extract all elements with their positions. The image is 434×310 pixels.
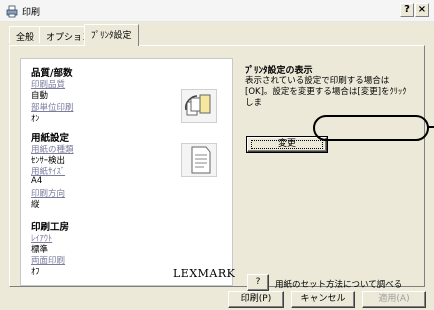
title-bar: 印刷 ? × xyxy=(0,0,434,22)
duplex-value: ｵﾌ xyxy=(31,267,40,277)
title-close-button[interactable]: × xyxy=(415,3,429,17)
paper-document-icon xyxy=(181,143,217,177)
print-button[interactable]: 印刷(P) xyxy=(228,291,284,308)
callout-highlight xyxy=(313,115,429,141)
tab-panel: 品質/部数 印刷品質 自動 部単位印刷 ｵﾝ 用紙設定 用紙の種類 ｾﾝｻｰ検出… xyxy=(9,45,425,291)
dialog-body: 全般 オプション ﾌﾟﾘﾝﾀ設定 品質/部数 印刷品質 自動 部単位印刷 ｵﾝ … xyxy=(0,22,434,310)
paper-heading: 用紙設定 xyxy=(31,133,70,144)
workshop-heading: 印刷工房 xyxy=(31,222,70,233)
info-heading: ﾌﾟﾘﾝﾀ設定の表示 xyxy=(245,66,313,76)
settings-summary: 品質/部数 印刷品質 自動 部単位印刷 ｵﾝ 用紙設定 用紙の種類 ｾﾝｻｰ検出… xyxy=(20,58,236,286)
unit-print-value: ｵﾝ xyxy=(31,114,40,124)
tab-printer-settings[interactable]: ﾌﾟﾘﾝﾀ設定 xyxy=(84,24,139,46)
collate-pages-icon xyxy=(181,89,217,123)
print-quality-value: 自動 xyxy=(31,91,49,101)
cancel-button[interactable]: キャンセル xyxy=(291,291,355,308)
paper-size-value: A4 xyxy=(31,176,43,186)
paper-help-button[interactable]: ? xyxy=(247,274,269,291)
lexmark-logo: LEXMARK xyxy=(173,267,236,280)
orientation-value: 縦 xyxy=(31,200,40,210)
callout-pointer xyxy=(428,126,434,128)
info-description: 表示されている設定で印刷する場合は[OK]。設定を変更する場合は[変更]をｸﾘｯ… xyxy=(245,76,407,108)
quality-heading: 品質/部数 xyxy=(31,68,73,79)
printer-app-icon xyxy=(6,5,18,18)
change-button[interactable]: 変更 xyxy=(246,136,328,153)
window-title: 印刷 xyxy=(22,8,41,18)
title-help-button[interactable]: ? xyxy=(400,3,414,17)
apply-button[interactable]: 適用(A) xyxy=(362,291,426,308)
paper-help-text: 用紙のセット方法について調べる xyxy=(275,280,403,290)
tab-general[interactable]: 全般 xyxy=(9,26,42,44)
